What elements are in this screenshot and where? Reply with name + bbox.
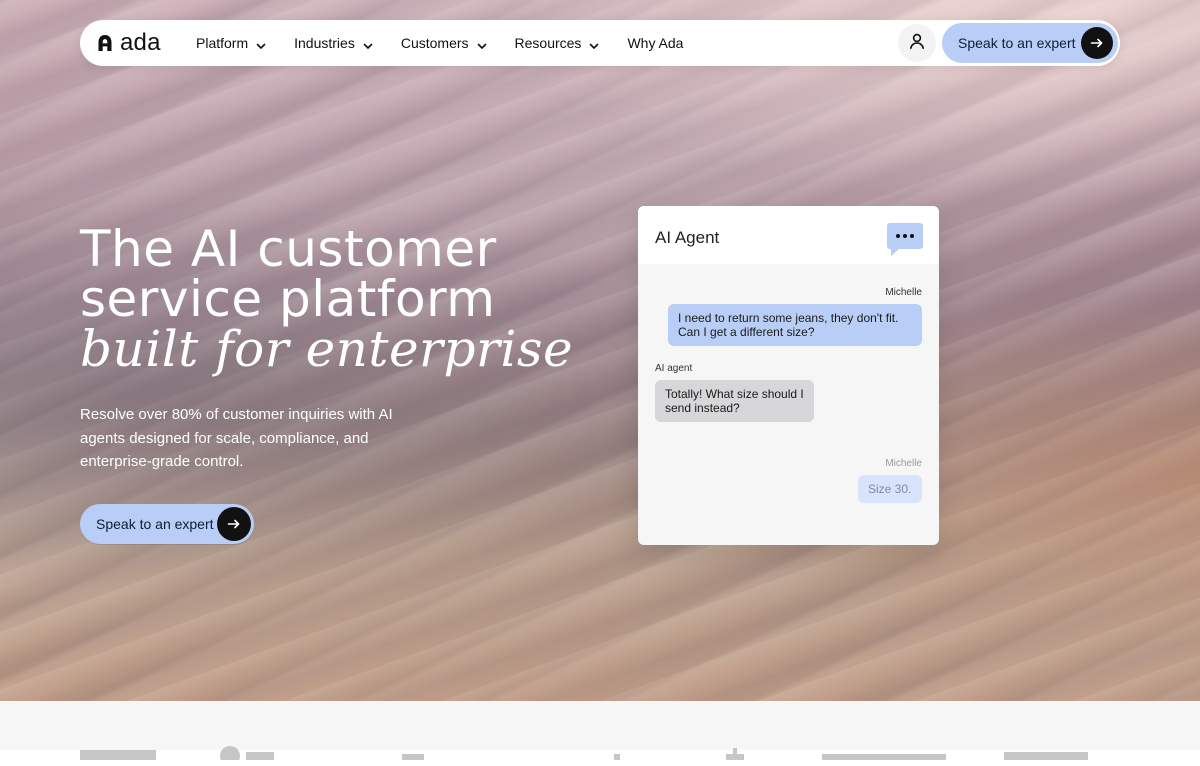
chat-bubble-user-pending: Size 30.: [858, 475, 922, 503]
nav-item-label: Platform: [196, 35, 249, 51]
message-sender: Michelle: [885, 287, 922, 298]
chevron-down-icon: [256, 38, 266, 49]
headline-line-2: service platform: [80, 270, 496, 328]
nav-item-customers[interactable]: Customers: [401, 35, 487, 51]
brand-name: ada: [120, 29, 161, 56]
chat-bubble-user: I need to return some jeans, they don't …: [668, 304, 922, 346]
nav-item-label: Customers: [400, 35, 469, 51]
customer-logos-strip: [0, 701, 1200, 766]
main-menu: Platform Industries Customers Resources …: [196, 20, 683, 66]
person-icon: [908, 32, 926, 55]
arrow-right-icon: [1081, 27, 1113, 59]
chat-header: AI Agent: [638, 206, 939, 264]
chevron-down-icon: [477, 38, 487, 49]
nav-item-label: Why Ada: [627, 35, 684, 51]
customer-logo: [1004, 740, 1094, 760]
headline-line-1: The AI customer: [80, 220, 497, 278]
cta-label: Speak to an expert: [958, 35, 1076, 51]
typing-indicator-icon: [887, 223, 923, 256]
arrow-right-icon: [217, 507, 251, 541]
message-sender: Michelle: [885, 458, 922, 469]
chat-bubble-agent: Totally! What size should I send instead…: [655, 380, 814, 422]
top-navigation: ada Platform Industries Customers Resour…: [80, 20, 1120, 66]
chevron-down-icon: [589, 38, 599, 49]
nav-item-industries[interactable]: Industries: [294, 35, 373, 51]
nav-item-platform[interactable]: Platform: [196, 35, 266, 51]
brand-logo[interactable]: ada: [96, 29, 161, 56]
speak-to-expert-button[interactable]: Speak to an expert: [942, 23, 1118, 63]
nav-item-why-ada[interactable]: Why Ada: [627, 35, 683, 51]
typing-dot: [910, 234, 914, 238]
nav-item-label: Resources: [514, 35, 582, 51]
cta-label: Speak to an expert: [96, 516, 214, 532]
hero-headline: The AI customer service platform built f…: [80, 224, 600, 374]
customer-logo: [822, 740, 948, 760]
hero-subcopy: Resolve over 80% of customer inquiries w…: [80, 406, 393, 470]
typing-dot: [903, 234, 907, 238]
chevron-down-icon: [363, 38, 373, 49]
hero-speak-to-expert-button[interactable]: Speak to an expert: [80, 504, 254, 544]
chat-title: AI Agent: [655, 228, 720, 247]
customer-logo: [720, 740, 750, 760]
message-sender: AI agent: [655, 363, 693, 374]
nav-item-resources[interactable]: Resources: [515, 35, 600, 51]
headline-line-3: built for enterprise: [80, 320, 574, 378]
typing-dot: [896, 234, 900, 238]
nav-item-label: Industries: [294, 35, 355, 51]
ada-logo-icon: [96, 34, 114, 52]
customer-logo: [396, 740, 436, 760]
ai-agent-chat-demo: AI Agent Michelle I need to return some …: [638, 206, 939, 545]
customer-logo: [80, 740, 160, 760]
customer-logo: [218, 740, 278, 766]
customer-logo: [608, 740, 628, 760]
account-button[interactable]: [898, 24, 936, 62]
